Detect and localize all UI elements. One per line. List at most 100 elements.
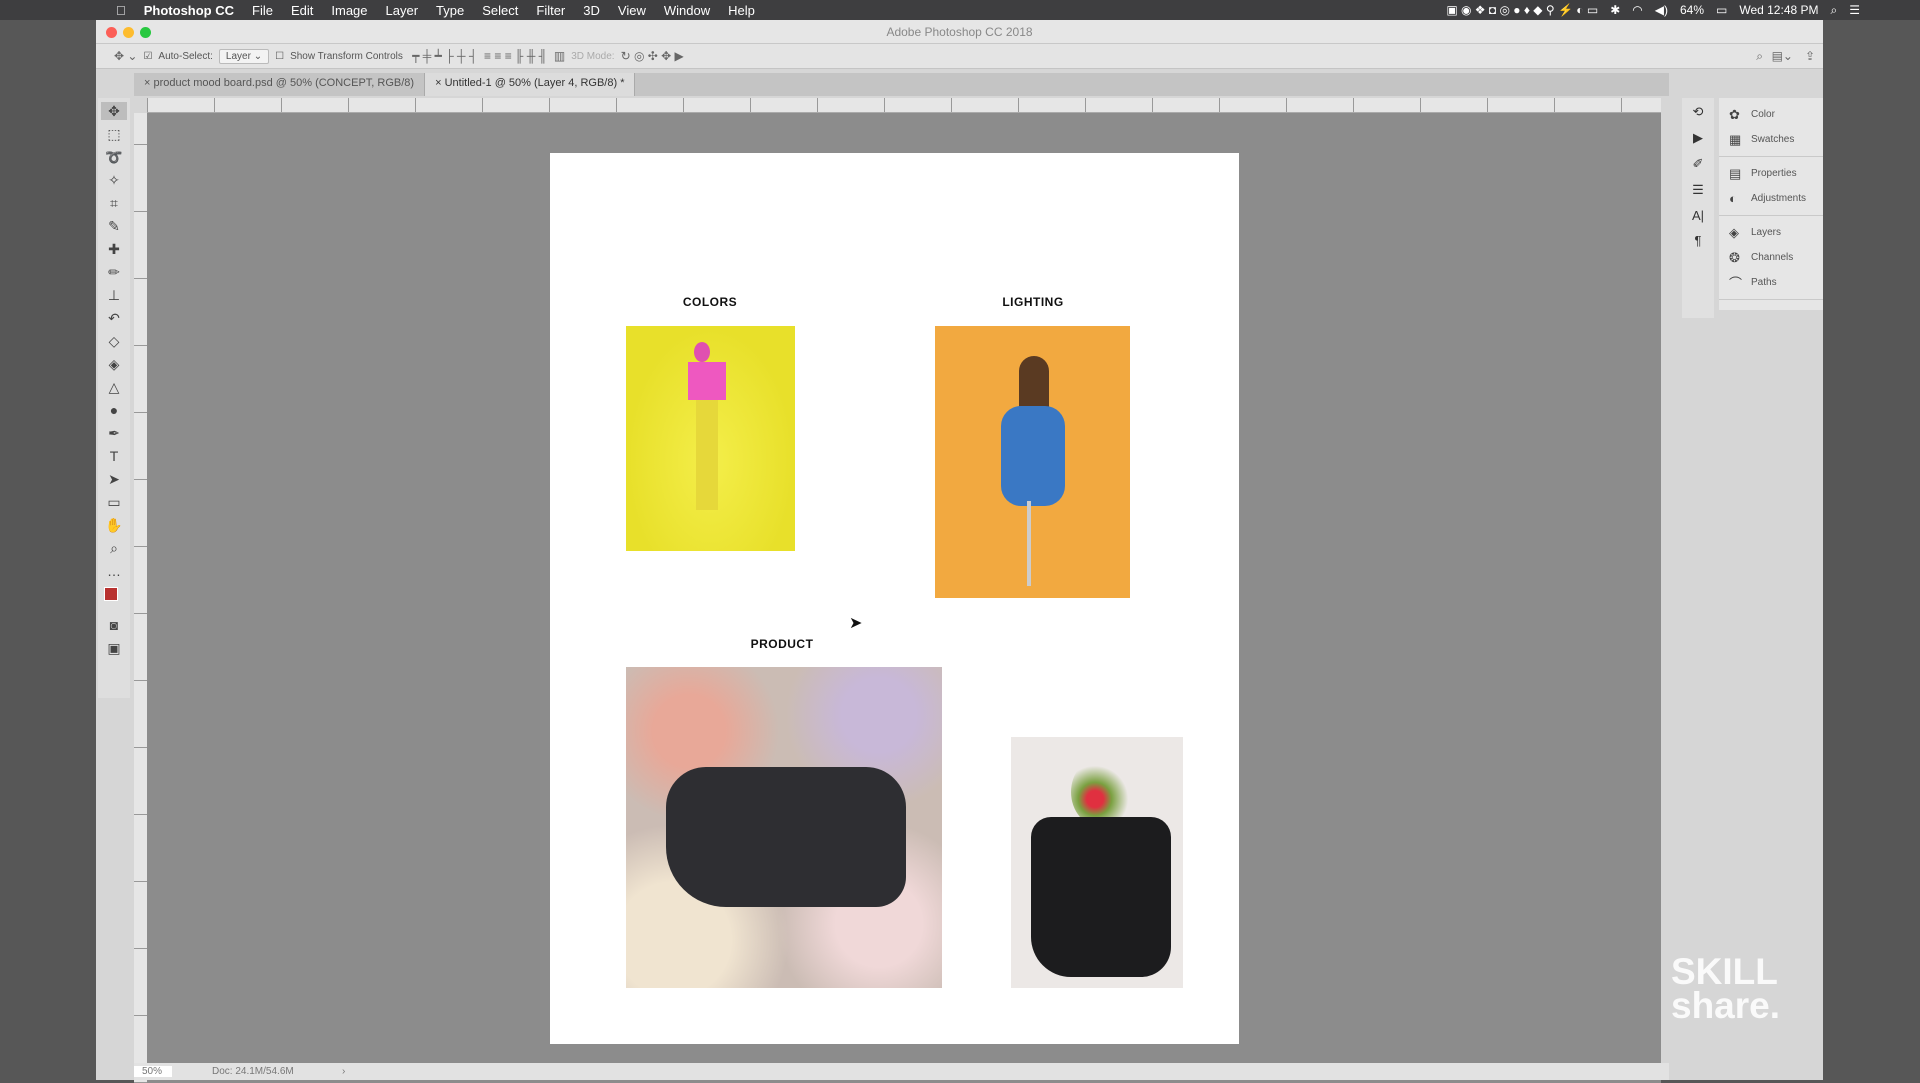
history-icon[interactable]: ⟲	[1693, 104, 1704, 120]
tab-product-mood-board[interactable]: × product mood board.psd @ 50% (CONCEPT,…	[134, 73, 426, 96]
menu-select[interactable]: Select	[482, 3, 518, 18]
healing-brush-icon[interactable]: ✚	[108, 240, 120, 258]
3d-mode-icons[interactable]: ↻ ◎ ✣ ✥ ▶	[621, 49, 684, 63]
share-icon[interactable]: ⇪	[1805, 49, 1815, 63]
panel-properties[interactable]: ▤ Properties	[1719, 161, 1823, 186]
status-menu-arrow[interactable]: ›	[342, 1066, 345, 1077]
tab-label: product mood board.psd @ 50% (CONCEPT, R…	[153, 77, 415, 89]
search-icon[interactable]: ⌕	[1756, 49, 1763, 64]
menu-file[interactable]: File	[252, 3, 273, 18]
panel-swatches[interactable]: ▦ Swatches	[1719, 127, 1823, 152]
layers-icon: ◈	[1729, 224, 1739, 240]
auto-select-value: Layer	[225, 50, 251, 62]
transform-label: Show Transform Controls	[290, 50, 403, 62]
foreground-color[interactable]	[104, 587, 118, 601]
actions-icon[interactable]: ▶	[1693, 130, 1703, 146]
tab-untitled-1[interactable]: × Untitled-1 @ 50% (Layer 4, RGB/8) *	[425, 73, 636, 96]
marquee-tool-icon[interactable]: ⬚	[107, 125, 120, 143]
tools-panel: ✥ ⬚ ➰ ✧ ⌗ ✎ ✚ ✏ ⊥ ↶ ◇ ◈ △ ● ✒ T ➤ ▭ ✋ ⌕ …	[98, 98, 130, 698]
figure-head	[694, 342, 710, 362]
menu-image[interactable]: Image	[331, 3, 367, 18]
clock[interactable]: Wed 12:48 PM	[1739, 3, 1818, 17]
workspace-icon[interactable]: ▤⌄	[1772, 49, 1793, 63]
volume-icon[interactable]: ◀)	[1655, 3, 1668, 17]
dodge-tool-icon[interactable]: ●	[110, 401, 118, 419]
magic-wand-icon[interactable]: ✧	[108, 171, 120, 189]
history-brush-icon[interactable]: ↶	[108, 309, 120, 327]
figure-legs	[696, 400, 718, 510]
menu-3d[interactable]: 3D	[583, 3, 600, 18]
lighting-image[interactable]	[935, 326, 1130, 598]
brush-presets-icon[interactable]: ☰	[1692, 182, 1704, 198]
status-icons[interactable]: ▣ ◉ ❖ ◘ ◎ ● ♦ ◆ ⚲ ⚡ ◐ ▭	[1446, 3, 1598, 17]
colors-image[interactable]	[626, 326, 795, 551]
zoom-level[interactable]: 50%	[134, 1066, 172, 1077]
color-swatches[interactable]	[101, 585, 127, 611]
product-image-flowers-boots[interactable]	[626, 667, 942, 988]
menu-filter[interactable]: Filter	[536, 3, 565, 18]
blur-tool-icon[interactable]: △	[109, 378, 120, 396]
auto-select-dropdown[interactable]: Layer ⌄	[218, 48, 270, 64]
move-tool-icon[interactable]: ✥	[101, 102, 127, 120]
battery-icon[interactable]: ▭	[1716, 3, 1727, 17]
paint-bucket-icon[interactable]: ◈	[109, 355, 120, 373]
wifi-icon[interactable]: ◠	[1632, 3, 1642, 17]
brush-settings-icon[interactable]: ✐	[1693, 156, 1704, 172]
stamp-tool-icon[interactable]: ⊥	[108, 286, 120, 304]
pen-tool-icon[interactable]: ✒	[108, 424, 120, 442]
move-tool-icon[interactable]: ✥ ⌄	[114, 49, 137, 63]
character-icon[interactable]: A|	[1692, 208, 1704, 223]
menu-type[interactable]: Type	[436, 3, 464, 18]
panel-layers[interactable]: ◈ Layers	[1719, 220, 1823, 245]
hand-tool-icon[interactable]: ✋	[105, 516, 122, 534]
menu-edit[interactable]: Edit	[291, 3, 313, 18]
battery-percent[interactable]: 64%	[1680, 3, 1704, 17]
menu-window[interactable]: Window	[664, 3, 710, 18]
path-selection-icon[interactable]: ➤	[108, 470, 120, 488]
panel-label: Color	[1751, 109, 1775, 120]
3d-mode-label: 3D Mode:	[571, 50, 615, 62]
zoom-tool-icon[interactable]: ⌕	[110, 539, 118, 557]
panels-dock: ✿ Color ▦ Swatches ▤ Properties ◐ Adjustment…	[1719, 98, 1823, 310]
paragraph-icon[interactable]: ¶	[1695, 233, 1702, 248]
figure-dress	[1001, 406, 1065, 506]
vertical-ruler[interactable]	[134, 113, 147, 1083]
spotlight-icon[interactable]: ⌕	[1831, 3, 1838, 18]
properties-icon: ▤	[1729, 165, 1742, 181]
quick-mask-icon[interactable]: ◙	[110, 616, 118, 634]
eyedropper-icon[interactable]: ✎	[108, 217, 120, 235]
menu-help[interactable]: Help	[728, 3, 755, 18]
colors-heading: COLORS	[682, 295, 738, 309]
panel-color[interactable]: ✿ Color	[1719, 102, 1823, 127]
rectangle-tool-icon[interactable]: ▭	[107, 493, 120, 511]
panel-paths[interactable]: ⌒ Paths	[1719, 270, 1823, 295]
eraser-icon[interactable]: ◇	[109, 332, 120, 350]
channels-icon: ❂	[1729, 249, 1740, 265]
type-tool-icon[interactable]: T	[110, 447, 119, 465]
panel-label: Layers	[1751, 227, 1782, 238]
menu-bar:  Photoshop CC File Edit Image Layer Typ…	[0, 0, 1920, 20]
brush-tool-icon[interactable]: ✏	[108, 263, 120, 281]
notification-icon[interactable]: ☰	[1849, 3, 1860, 17]
panel-adjustments[interactable]: ◐ Adjustments	[1719, 186, 1823, 211]
menu-view[interactable]: View	[618, 3, 646, 18]
menu-layer[interactable]: Layer	[386, 3, 419, 18]
transform-checkbox[interactable]: ☐	[275, 51, 284, 62]
panel-channels[interactable]: ❂ Channels	[1719, 245, 1823, 270]
screen-mode-icon[interactable]: ▣	[107, 639, 120, 657]
align-icons[interactable]: ┯ ╪ ┷ ├ ┼ ┤ ≡ ≡ ≡ ╟ ╫ ╢ ▥	[409, 49, 565, 63]
panel-label: Adjustments	[1751, 193, 1807, 204]
black-boot	[1031, 817, 1171, 977]
figure-top	[688, 362, 726, 400]
horizontal-ruler[interactable]	[147, 98, 1661, 113]
boot-with-flowers-image[interactable]	[1011, 737, 1183, 988]
crop-tool-icon[interactable]: ⌗	[110, 194, 118, 212]
auto-select-checkbox[interactable]: ☑	[143, 51, 152, 62]
window-title: Adobe Photoshop CC 2018	[886, 25, 1033, 39]
menu-app[interactable]: Photoshop CC	[144, 3, 234, 18]
more-tools-icon[interactable]: …	[107, 562, 121, 580]
apple-icon[interactable]: 	[116, 3, 126, 18]
lasso-tool-icon[interactable]: ➰	[105, 148, 122, 166]
bluetooth-icon[interactable]: ✱	[1610, 3, 1620, 17]
document-page[interactable]: COLORS LIGHTING PRODUCT	[550, 153, 1239, 1044]
